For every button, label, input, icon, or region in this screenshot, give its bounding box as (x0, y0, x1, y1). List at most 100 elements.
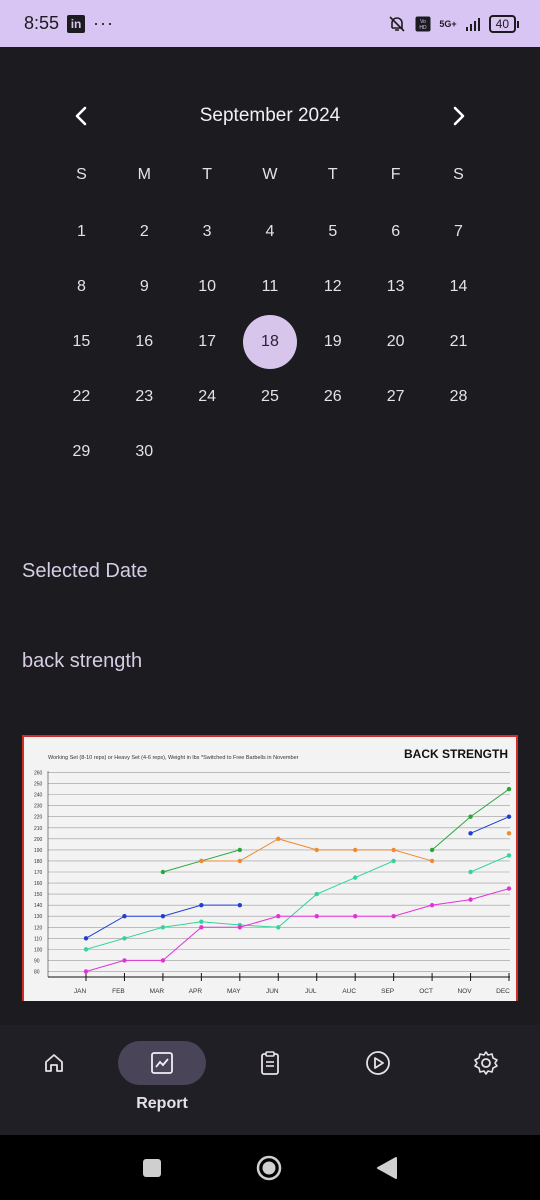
weekday-label: S (453, 166, 464, 183)
data-point (506, 786, 512, 792)
calendar-day[interactable]: 11 (239, 259, 302, 314)
recents-button[interactable] (139, 1155, 165, 1181)
gear-icon (474, 1051, 498, 1075)
calendar-day[interactable]: 13 (364, 259, 427, 314)
calendar-day-number: 1 (76, 222, 86, 240)
calendar-day-number: 16 (135, 332, 154, 350)
data-point (122, 958, 127, 963)
data-point (160, 958, 166, 963)
calendar-day-number: 5 (328, 222, 338, 240)
y-tick-label: 210 (34, 826, 43, 832)
calendar-day[interactable]: 22 (50, 369, 113, 424)
chart-subtitle: Working Set (8-10 reps) or Heavy Set (4-… (48, 755, 299, 761)
calendar-day-number: 9 (139, 277, 149, 295)
calendar-day[interactable]: 17 (176, 314, 239, 369)
calendar-day[interactable]: 14 (427, 259, 490, 314)
data-point (391, 914, 396, 919)
calendar-day-number: 19 (323, 332, 342, 350)
nav-report[interactable]: Report (117, 1041, 207, 1121)
y-tick-label: 190 (34, 848, 43, 854)
calendar-day[interactable]: 16 (113, 314, 176, 369)
nav-settings[interactable] (441, 1041, 531, 1121)
weekday-label: T (327, 166, 338, 183)
workout-name: back strength (22, 650, 143, 672)
calendar-day[interactable]: 10 (176, 259, 239, 314)
calendar-day[interactable]: 20 (364, 314, 427, 369)
linkedin-icon: in (67, 14, 86, 33)
home-icon (45, 1054, 63, 1072)
calendar-day-number: 11 (261, 277, 279, 295)
calendar-day[interactable]: 23 (113, 369, 176, 424)
calendar-day-number: 2 (139, 222, 149, 240)
data-point (391, 858, 396, 864)
calendar-day-number: 25 (261, 387, 279, 405)
calendar-day-number: 26 (323, 387, 342, 405)
nav-play[interactable] (333, 1041, 423, 1121)
svg-text:HD: HD (420, 25, 428, 31)
calendar-day[interactable]: 21 (427, 314, 490, 369)
nav-clipboard[interactable] (225, 1041, 315, 1121)
data-point (160, 925, 166, 930)
chevron-right-icon (453, 106, 465, 126)
calendar-day[interactable]: 15 (50, 314, 113, 369)
calendar-day[interactable]: 26 (301, 369, 364, 424)
data-point (429, 858, 435, 864)
x-tick-label: AUC (342, 988, 356, 995)
next-month-button[interactable] (439, 96, 479, 136)
x-tick-label: SEP (381, 988, 394, 995)
y-tick-label: 200 (34, 837, 43, 843)
y-tick-label: 220 (34, 815, 43, 821)
y-tick-label: 120 (34, 925, 43, 931)
calendar-day[interactable]: 24 (176, 369, 239, 424)
back-strength-chart: BACK STRENGTH Working Set (8-10 reps) or … (22, 735, 518, 1001)
x-tick-label: MAR (150, 988, 165, 995)
data-point (83, 947, 89, 952)
chevron-left-icon (75, 106, 87, 126)
back-system-button[interactable] (374, 1155, 400, 1181)
calendar-day[interactable]: 4 (239, 204, 302, 259)
calendar-day[interactable]: 12 (301, 259, 364, 314)
calendar-day-number: 30 (135, 442, 154, 460)
play-icon (366, 1051, 390, 1075)
calendar-day[interactable]: 6 (364, 204, 427, 259)
calendar-day[interactable]: 8 (50, 259, 113, 314)
data-point (506, 831, 512, 836)
y-tick-label: 160 (34, 881, 43, 887)
calendar-day[interactable]: 5 (301, 204, 364, 259)
data-point (122, 914, 127, 919)
calendar-grid: 1 2 3 4 5 6 7 8 9 10 11 12 13 14 15 16 17 18 19 20 21 22 23 24 2… (50, 204, 490, 479)
x-tick-label: APR (189, 988, 203, 995)
previous-month-button[interactable] (61, 96, 101, 136)
home-system-button[interactable] (256, 1155, 282, 1181)
nav-home[interactable] (9, 1041, 99, 1121)
calendar-day[interactable]: 28 (427, 369, 490, 424)
calendar-day[interactable]: 7 (427, 204, 490, 259)
data-point (468, 897, 473, 902)
chart-background (24, 737, 516, 1001)
more-notifications-icon: ··· (93, 13, 115, 33)
y-tick-label: 230 (34, 804, 43, 810)
calendar-day-number: 13 (386, 277, 405, 295)
x-tick-label: JUN (266, 988, 279, 995)
data-point (122, 936, 127, 941)
calendar-day[interactable]: 1 (50, 204, 113, 259)
calendar-day[interactable]: 29 (50, 424, 113, 479)
y-tick-label: 170 (34, 870, 43, 876)
calendar-day-selected[interactable]: 18 (239, 314, 302, 369)
volte-icon: Vo HD (415, 16, 431, 31)
calendar-day[interactable]: 3 (176, 204, 239, 259)
calendar-day-number: 28 (449, 387, 468, 405)
nav-report-label: Report (136, 1095, 188, 1112)
calendar-day[interactable]: 9 (113, 259, 176, 314)
calendar-day[interactable]: 25 (239, 369, 302, 424)
y-tick-label: 100 (34, 947, 43, 953)
calendar-day[interactable]: 19 (301, 314, 364, 369)
calendar-day[interactable]: 30 (113, 424, 176, 479)
data-point (160, 869, 166, 875)
calendar-day-number: 14 (449, 277, 468, 295)
y-tick-label: 80 (34, 969, 40, 975)
calendar-day[interactable]: 27 (364, 369, 427, 424)
calendar-day[interactable]: 2 (113, 204, 176, 259)
bottom-navigation: Report (0, 1025, 540, 1135)
calendar-day-number: 23 (135, 387, 154, 405)
